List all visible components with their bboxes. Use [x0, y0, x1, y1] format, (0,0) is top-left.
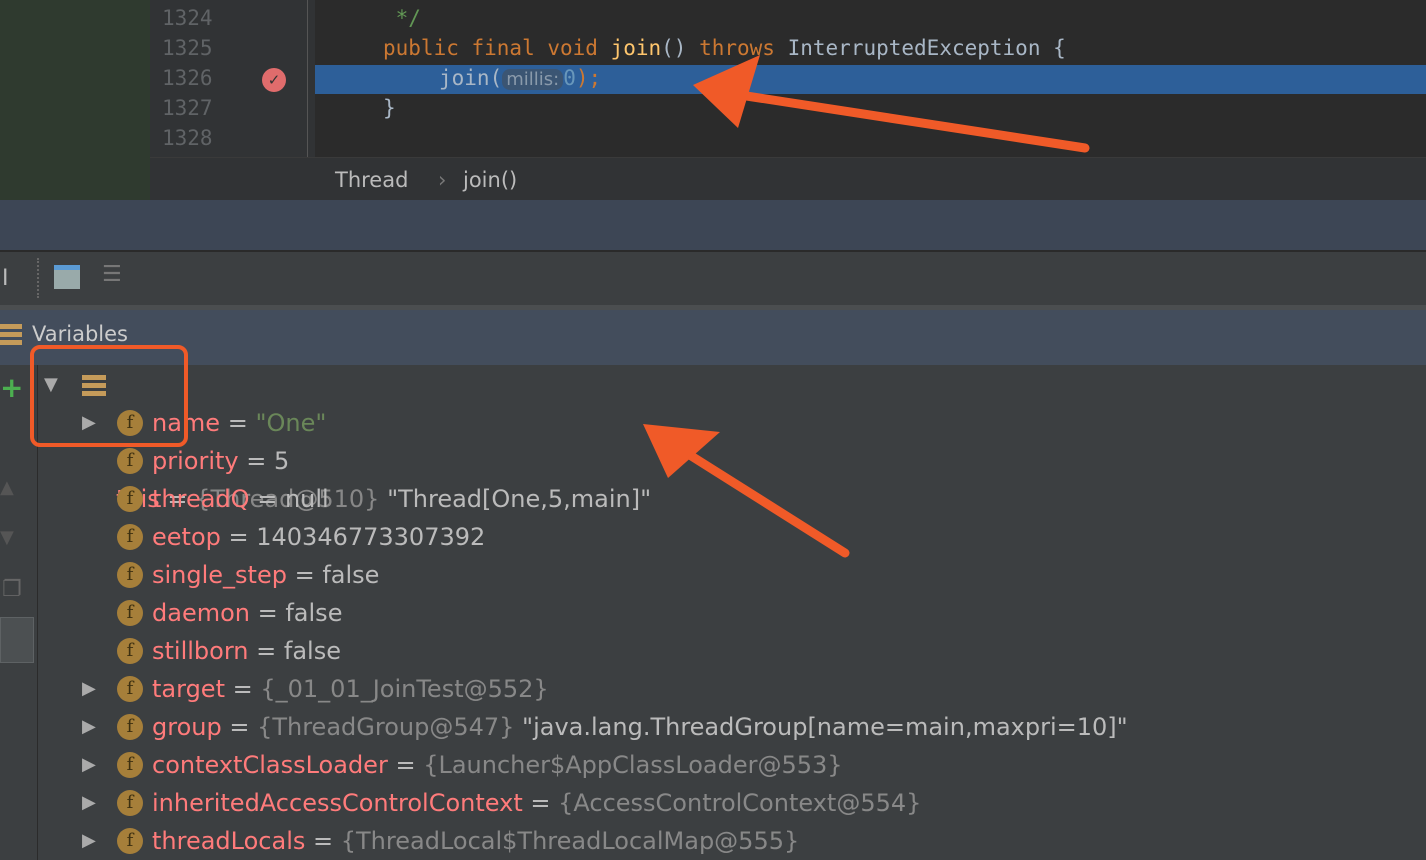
arrow-annotation — [693, 55, 1090, 153]
highlight-box — [30, 345, 188, 447]
arrow-annotation — [643, 424, 850, 558]
annotation-overlay — [30, 55, 1090, 558]
